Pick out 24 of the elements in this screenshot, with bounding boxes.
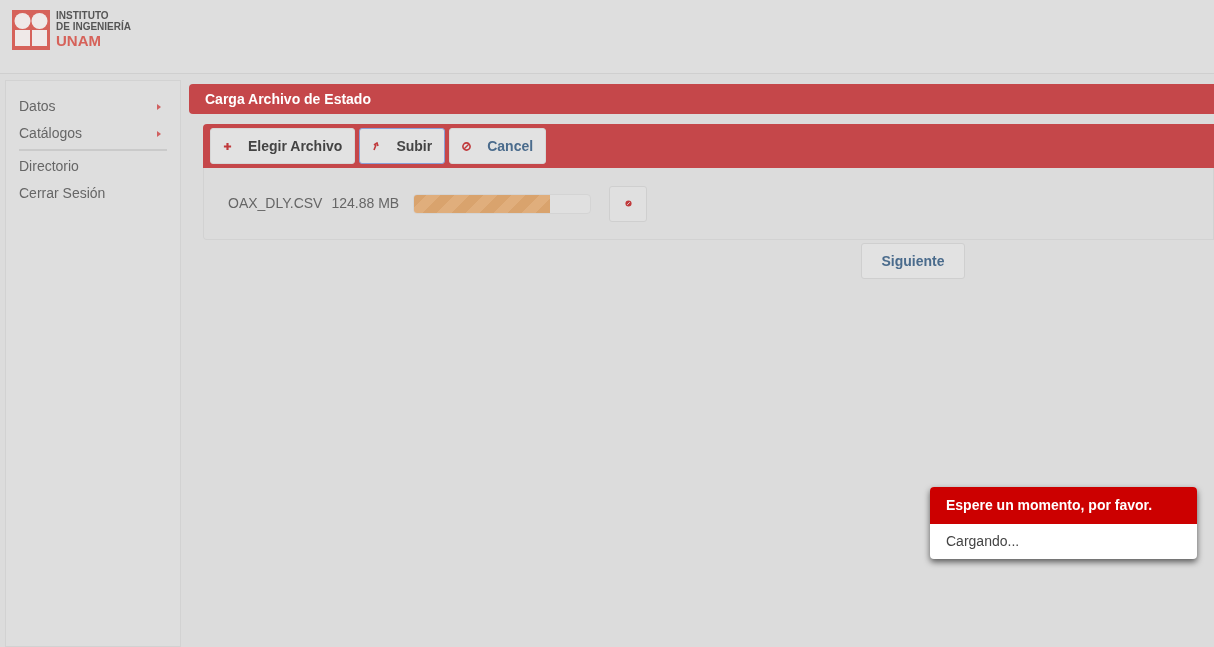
menu-item[interactable]: Directorio	[19, 153, 167, 180]
toolbar-button[interactable]: Elegir Archivo	[210, 128, 356, 164]
plus-icon	[223, 141, 232, 151]
caret-icon	[157, 103, 161, 110]
toolbar-button[interactable]: Subir	[359, 128, 446, 164]
next-button[interactable]: Siguiente	[861, 243, 965, 279]
panel-header: Carga Archivo de Estado	[189, 84, 1214, 114]
logo-text: DE INGENIERÍA	[56, 21, 131, 32]
arrow-icon	[372, 141, 381, 151]
logo-text: INSTITUTO	[56, 10, 109, 21]
menu-item[interactable]: Datos	[19, 93, 167, 120]
remove-button[interactable]	[609, 185, 648, 222]
menu-item[interactable]: Catálogos	[19, 120, 167, 147]
menu-item[interactable]: Cerrar Sesión	[19, 180, 167, 207]
toolbar-button[interactable]: Cancel	[449, 128, 547, 164]
caret-icon	[157, 130, 161, 137]
cancel-icon	[462, 141, 472, 151]
logo-icon	[12, 10, 50, 50]
toast-title: Espere un momento, por favor.	[930, 487, 1197, 524]
toast-message: Cargando...	[945, 532, 1021, 551]
file-size: 124.88 MB	[331, 194, 400, 213]
file-name: OAX_DLY.CSV	[228, 194, 323, 213]
cancel-icon	[624, 200, 632, 207]
logo-name: UNAM	[56, 32, 102, 49]
